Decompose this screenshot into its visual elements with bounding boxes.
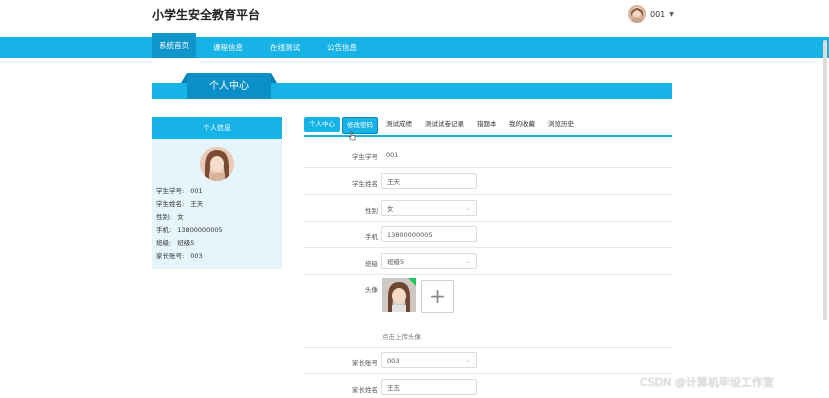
banner-fold-right (271, 73, 277, 83)
site-title: 小学生安全教育平台 (152, 8, 261, 22)
profile-gender: 性别: 女 (156, 213, 184, 221)
tab-test-scores[interactable]: 测试成绩 (386, 117, 412, 132)
tab-underline (304, 135, 672, 137)
tab-test-paper-records[interactable]: 测试试卷记录 (425, 117, 464, 132)
nav-item-notices[interactable]: 公告信息 (327, 37, 357, 58)
divider (304, 373, 672, 374)
tab-favorites[interactable]: 我的收藏 (509, 117, 535, 132)
profile-parent-account: 家长账号: 003 (156, 252, 203, 260)
csdn-watermark: CSDN @计算机毕设工作室 (640, 376, 774, 389)
tab-profile[interactable]: 个人中心 (304, 117, 340, 132)
divider (304, 347, 672, 348)
hand-cursor-icon (348, 131, 356, 141)
tab-browse-history[interactable]: 浏览历史 (548, 117, 574, 132)
tab-wrong-questions[interactable]: 错题本 (477, 117, 497, 132)
phone-label: 手机 (365, 233, 378, 241)
avatar-label: 头像 (365, 286, 378, 294)
phone-input[interactable]: 13800000005 (381, 226, 477, 242)
chevron-down-icon: ▼ (669, 10, 674, 18)
username: 001 (650, 9, 666, 19)
chevron-down-icon: ⌄ (465, 205, 471, 212)
divider (304, 221, 672, 222)
nav-item-home[interactable]: 系统首页 (152, 33, 196, 58)
parent-account-label: 家长账号 (352, 359, 378, 367)
gender-select[interactable]: 女 ⌄ (381, 200, 477, 216)
parent-name-input[interactable]: 王五 (381, 379, 477, 395)
chevron-down-icon: ⌄ (465, 258, 471, 265)
page-title: 个人中心 (209, 81, 249, 92)
student-no-label: 学生学号 (352, 153, 378, 161)
upload-avatar-button[interactable]: + (421, 280, 454, 313)
upload-hint[interactable]: 点击上传头像 (382, 331, 421, 341)
student-name-input[interactable]: 王天 (381, 173, 477, 189)
nav-item-online-test[interactable]: 在线测试 (270, 37, 300, 58)
divider (304, 194, 672, 195)
nav-bar (0, 37, 829, 58)
class-select[interactable]: 班级5 ⌄ (381, 253, 477, 269)
profile-panel-heading: 个人信息 (152, 117, 282, 139)
student-no-value: 001 (386, 151, 399, 159)
avatar-photo (382, 278, 416, 312)
divider (304, 247, 672, 248)
profile-avatar (200, 147, 234, 181)
parent-account-select[interactable]: 003 ⌄ (381, 352, 477, 368)
class-label: 班级 (365, 260, 378, 268)
user-avatar (628, 5, 646, 23)
nav-item-courses[interactable]: 课程信息 (213, 37, 243, 58)
page-scrollbar[interactable] (823, 40, 827, 320)
divider (304, 167, 672, 168)
divider (304, 274, 672, 275)
profile-class: 班级: 班级5 (156, 239, 195, 247)
student-name-label: 学生姓名 (352, 180, 378, 188)
parent-name-label: 家长姓名 (352, 386, 378, 394)
chevron-down-icon: ⌄ (465, 357, 471, 364)
profile-student-no: 学生学号: 001 (156, 187, 203, 195)
profile-phone: 手机: 13800000005 (156, 226, 223, 234)
user-menu[interactable]: 001 ▼ (628, 5, 674, 23)
gender-label: 性别 (365, 207, 378, 215)
profile-student-name: 学生姓名: 王天 (156, 200, 204, 208)
